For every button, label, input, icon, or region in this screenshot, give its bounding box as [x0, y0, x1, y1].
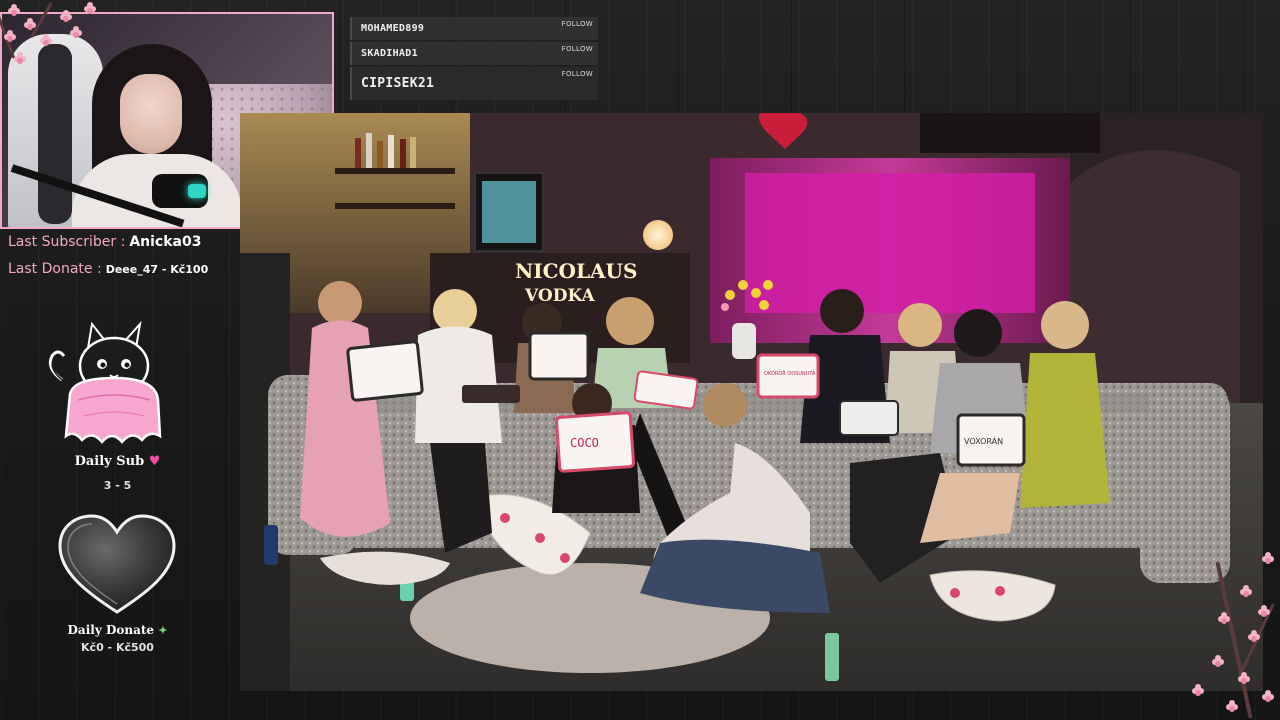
follower-name: MOHAMED899 [361, 23, 425, 34]
neon-sign-top: NICOLAUS [515, 259, 637, 283]
money-wings-icon: ✦ [158, 624, 168, 637]
last-donate-label: Last Donate : [8, 261, 102, 277]
heart-goal-icon [58, 514, 176, 614]
follow-tag: FOLLOW [561, 45, 593, 53]
daily-donate-goal: Daily Donate ✦ [0, 623, 235, 637]
board-text: VOXORÁN [964, 435, 1003, 446]
daily-sub-title: Daily Sub [74, 454, 145, 469]
board-text: OKOROŘ ODSUNUTA [764, 369, 816, 377]
last-donate-value: Deee_47 - Kč100 [105, 263, 209, 276]
last-subscriber-value: Anicka03 [129, 234, 202, 250]
recent-followers-list: MOHAMED899 FOLLOW SKADIHAD1 FOLLOW CIPIS… [350, 17, 598, 105]
follower-name: CIPISEK21 [361, 76, 435, 91]
neon-sign-bottom: VODKA [524, 286, 596, 306]
last-subscriber: Last Subscriber : Anicka03 [8, 234, 201, 250]
follower-row: MOHAMED899 FOLLOW [350, 17, 598, 40]
daily-sub-goal: Daily Sub ♥ [0, 454, 235, 469]
follow-tag: FOLLOW [561, 20, 593, 28]
follow-tag: FOLLOW [561, 70, 593, 78]
last-subscriber-label: Last Subscriber : [8, 234, 126, 250]
follower-row: CIPISEK21 FOLLOW [350, 67, 598, 100]
follower-row: SKADIHAD1 FOLLOW [350, 42, 598, 65]
daily-sub-progress: 3 - 5 [103, 479, 132, 492]
video-player[interactable]: NICOLAUS VODKA COCO OKOROŘ ODSUNUTA VOXO… [240, 113, 1263, 691]
ghost-cat-mascot-icon [48, 320, 162, 444]
last-donate: Last Donate : Deee_47 - Kč100 [8, 261, 208, 277]
video-frame: NICOLAUS VODKA COCO OKOROŘ ODSUNUTA VOXO… [240, 113, 1263, 691]
lamp [643, 220, 673, 250]
heart-icon: ♥ [148, 454, 161, 469]
board-text: COCO [570, 436, 599, 450]
daily-donate-progress: Kč0 - Kč500 [81, 641, 154, 654]
daily-donate-title: Daily Donate [67, 623, 155, 637]
stream-overlay: MOHAMED899 FOLLOW SKADIHAD1 FOLLOW CIPIS… [0, 0, 1280, 720]
follower-name: SKADIHAD1 [361, 48, 418, 59]
